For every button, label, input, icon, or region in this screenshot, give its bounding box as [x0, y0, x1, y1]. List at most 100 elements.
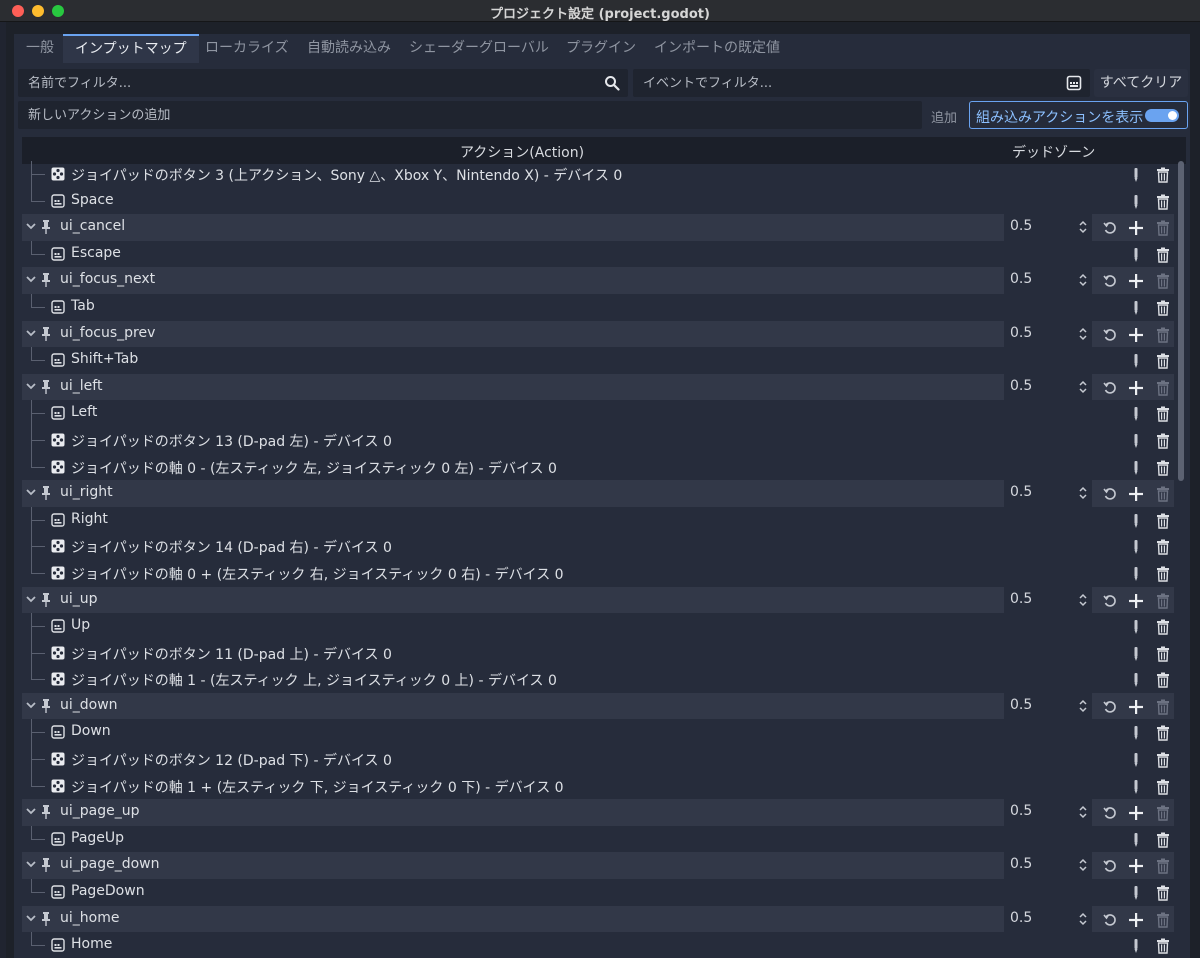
trash-icon[interactable] [1155, 327, 1171, 343]
trash-icon[interactable] [1155, 353, 1171, 369]
trash-icon[interactable] [1155, 300, 1171, 316]
keyboard-icon[interactable] [1066, 75, 1082, 91]
trash-icon[interactable] [1155, 247, 1171, 263]
event-row[interactable]: ジョイパッドの軸 0 - (左スティック 左, ジョイスティック 0 左) - … [22, 453, 1174, 481]
trash-icon[interactable] [1155, 513, 1171, 529]
deadzone-value[interactable]: 0.5 [1010, 271, 1032, 287]
action-row[interactable]: ui_focus_next 0.5 [22, 267, 1174, 294]
event-row[interactable]: Escape [22, 240, 1174, 268]
edit-icon[interactable] [1128, 619, 1144, 635]
trash-icon[interactable] [1155, 486, 1171, 502]
spin-arrows-icon[interactable] [1078, 593, 1088, 607]
event-row[interactable]: Home [22, 932, 1174, 958]
tab-localization[interactable]: ローカライズ [193, 34, 301, 63]
tab-import-defaults[interactable]: インポートの既定値 [642, 34, 792, 63]
event-row[interactable]: Right [22, 506, 1174, 534]
action-row[interactable]: ui_cancel 0.5 [22, 214, 1174, 241]
action-row[interactable]: ui_home 0.5 [22, 905, 1174, 933]
edit-icon[interactable] [1128, 539, 1144, 555]
tab-general[interactable]: 一般 [14, 34, 66, 63]
action-row[interactable]: ui_down 0.5 [22, 692, 1174, 720]
deadzone-spinbox[interactable]: 0.5 [1004, 480, 1092, 507]
deadzone-value[interactable]: 0.5 [1010, 218, 1032, 234]
edit-icon[interactable] [1128, 194, 1144, 210]
revert-icon[interactable] [1102, 593, 1118, 609]
trash-icon[interactable] [1155, 779, 1171, 795]
event-row[interactable]: PageUp [22, 825, 1174, 853]
add-event-icon[interactable] [1128, 593, 1144, 609]
revert-icon[interactable] [1102, 858, 1118, 874]
clear-all-button[interactable]: すべてクリア [1094, 69, 1188, 97]
chevron-down-icon[interactable] [25, 804, 37, 818]
event-row[interactable]: PageDown [22, 879, 1174, 906]
tab-shader-globals[interactable]: シェーダーグローバル [397, 34, 561, 63]
deadzone-spinbox[interactable]: 0.5 [1004, 320, 1092, 348]
event-row[interactable]: Tab [22, 293, 1174, 321]
action-row[interactable]: ui_page_down 0.5 [22, 852, 1174, 880]
deadzone-value[interactable]: 0.5 [1010, 591, 1032, 607]
action-row[interactable]: ui_left 0.5 [22, 373, 1174, 401]
tab-input-map[interactable]: インプットマップ [63, 34, 199, 63]
chevron-down-icon[interactable] [25, 326, 37, 340]
action-row[interactable]: ui_up 0.5 [22, 586, 1174, 614]
event-row[interactable]: ジョイパッドのボタン 12 (D-pad 下) - デバイス 0 [22, 746, 1174, 773]
deadzone-spinbox[interactable]: 0.5 [1004, 852, 1092, 880]
trash-icon[interactable] [1155, 885, 1171, 901]
event-row[interactable]: Down [22, 719, 1174, 747]
deadzone-value[interactable]: 0.5 [1010, 856, 1032, 872]
edit-icon[interactable] [1128, 646, 1144, 662]
chevron-down-icon[interactable] [25, 485, 37, 499]
spin-arrows-icon[interactable] [1078, 273, 1088, 287]
chevron-down-icon[interactable] [25, 272, 37, 286]
event-row[interactable]: ジョイパッドの軸 0 + (左スティック 右, ジョイスティック 0 右) - … [22, 559, 1174, 587]
revert-icon[interactable] [1102, 380, 1118, 396]
deadzone-value[interactable]: 0.5 [1010, 910, 1032, 926]
trash-icon[interactable] [1155, 273, 1171, 290]
revert-icon[interactable] [1102, 220, 1118, 236]
tab-plugins[interactable]: プラグイン [554, 34, 648, 63]
trash-icon[interactable] [1155, 566, 1171, 582]
edit-icon[interactable] [1128, 353, 1144, 369]
event-row[interactable]: Space [22, 187, 1174, 215]
chevron-down-icon[interactable] [25, 911, 37, 925]
trash-icon[interactable] [1155, 699, 1171, 715]
trash-icon[interactable] [1155, 832, 1171, 848]
deadzone-value[interactable]: 0.5 [1010, 378, 1032, 394]
deadzone-value[interactable]: 0.5 [1010, 803, 1032, 819]
event-filter-input[interactable] [633, 69, 1090, 97]
edit-icon[interactable] [1128, 938, 1144, 954]
revert-icon[interactable] [1102, 805, 1118, 821]
event-row[interactable]: Left [22, 400, 1174, 427]
chevron-down-icon[interactable] [25, 698, 37, 712]
spin-arrows-icon[interactable] [1078, 327, 1088, 341]
action-row[interactable]: ui_right 0.5 [22, 480, 1174, 507]
trash-icon[interactable] [1155, 380, 1171, 396]
spin-arrows-icon[interactable] [1078, 858, 1088, 872]
edit-icon[interactable] [1128, 752, 1144, 768]
add-event-icon[interactable] [1128, 380, 1144, 396]
add-event-icon[interactable] [1128, 327, 1144, 343]
edit-icon[interactable] [1128, 566, 1144, 582]
chevron-down-icon[interactable] [25, 219, 37, 233]
revert-icon[interactable] [1102, 699, 1118, 715]
spin-arrows-icon[interactable] [1078, 486, 1088, 500]
spin-arrows-icon[interactable] [1078, 805, 1088, 819]
add-event-icon[interactable] [1128, 805, 1144, 821]
trash-icon[interactable] [1155, 938, 1171, 954]
deadzone-spinbox[interactable]: 0.5 [1004, 905, 1092, 933]
trash-icon[interactable] [1155, 725, 1171, 742]
trash-icon[interactable] [1155, 646, 1171, 662]
trash-icon[interactable] [1155, 912, 1171, 928]
trash-icon[interactable] [1155, 593, 1171, 609]
event-row[interactable]: ジョイパッドのボタン 3 (上アクション、Sony △、Xbox Y、Ninte… [22, 161, 1174, 188]
event-row[interactable]: ジョイパッドのボタン 11 (D-pad 上) - デバイス 0 [22, 639, 1174, 667]
edit-icon[interactable] [1128, 460, 1144, 476]
deadzone-value[interactable]: 0.5 [1010, 325, 1032, 341]
deadzone-value[interactable]: 0.5 [1010, 484, 1032, 500]
revert-icon[interactable] [1102, 912, 1118, 928]
new-action-input[interactable] [18, 101, 922, 129]
add-event-icon[interactable] [1128, 220, 1144, 236]
add-event-icon[interactable] [1128, 273, 1144, 289]
edit-icon[interactable] [1128, 406, 1144, 422]
add-event-icon[interactable] [1128, 486, 1144, 502]
